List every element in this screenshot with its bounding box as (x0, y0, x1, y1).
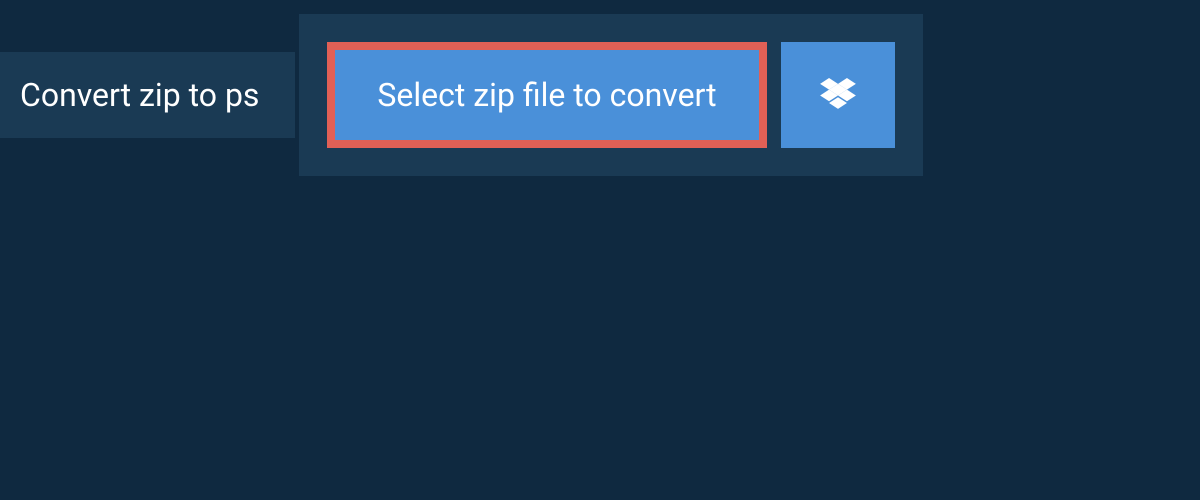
upload-area: Select zip file to convert (299, 14, 922, 176)
header-tab: Convert zip to ps (0, 52, 295, 138)
page-title: Convert zip to ps (20, 76, 259, 114)
select-file-button[interactable]: Select zip file to convert (327, 42, 766, 148)
dropbox-icon (820, 78, 856, 112)
dropbox-button[interactable] (781, 42, 895, 148)
select-file-button-label: Select zip file to convert (377, 76, 716, 114)
